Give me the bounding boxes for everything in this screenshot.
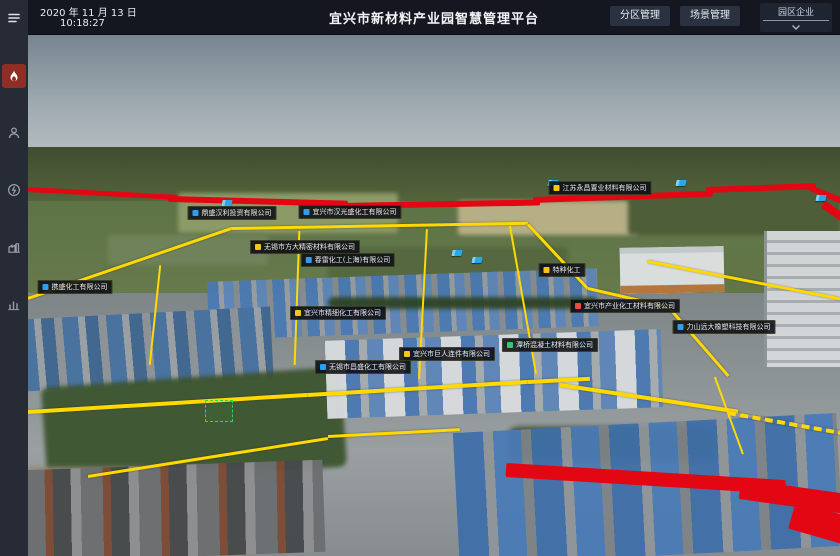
factory-icon[interactable]	[2, 235, 26, 259]
company-label-text: 鼎盛汉利投资有限公司	[202, 209, 272, 217]
app-window: 2020 年 11 月 13 日 10:18:27 宜兴市新材料产业园智慧管理平…	[0, 0, 840, 556]
company-label[interactable]: 特种化工	[539, 263, 586, 277]
truck-icon[interactable]	[675, 180, 686, 186]
truck-icon[interactable]	[815, 195, 826, 201]
company-label-text: 携盛化工有限公司	[52, 283, 108, 291]
company-label-text: 潭桥混凝土材料有限公司	[516, 341, 593, 349]
company-marker-icon	[43, 284, 49, 290]
park-enterprises-dropdown[interactable]: 园区企业	[760, 3, 832, 32]
company-label-text: 江苏永昌置业材料有限公司	[563, 184, 647, 192]
map-3d-viewport[interactable]: 携盛化工有限公司 鼎盛汉利投资有限公司 宜兴市汉光盛化工有限公司无锡市方大精密材料有…	[28, 35, 840, 556]
menu-icon[interactable]	[2, 6, 26, 30]
chevron-down-icon	[760, 21, 832, 31]
company-label-text: 春雷化工(上海)有限公司	[315, 256, 390, 264]
company-marker-icon	[193, 210, 199, 216]
company-label[interactable]: 无锡市昌盛化工有限公司	[315, 360, 411, 374]
truck-icon[interactable]	[471, 257, 482, 263]
scene-management-button[interactable]: 场景管理	[680, 6, 740, 26]
company-label[interactable]: 携盛化工有限公司	[38, 280, 113, 294]
company-label[interactable]: 宜兴市精细化工有限公司	[290, 306, 386, 320]
company-marker-icon	[507, 342, 513, 348]
company-marker-icon	[255, 244, 261, 250]
company-label[interactable]: 无锡市方大精密材料有限公司	[250, 240, 360, 254]
bar-chart-icon[interactable]	[2, 292, 26, 316]
fire-icon[interactable]	[2, 64, 26, 88]
company-label[interactable]: 江苏永昌置业材料有限公司	[549, 181, 652, 195]
company-marker-icon	[306, 257, 312, 263]
company-label[interactable]: 宜兴市汉光盛化工有限公司	[299, 205, 402, 219]
company-marker-icon	[295, 310, 301, 316]
company-marker-icon	[320, 364, 326, 370]
company-label-text: 特种化工	[553, 266, 581, 274]
header-bar: 2020 年 11 月 13 日 10:18:27 宜兴市新材料产业园智慧管理平…	[28, 0, 840, 35]
company-marker-icon	[544, 267, 550, 273]
company-label-text: 宜兴市巨人连件有限公司	[413, 350, 490, 358]
company-label-text: 无锡市方大精密材料有限公司	[264, 243, 355, 251]
company-label-text: 宜兴市精细化工有限公司	[304, 309, 381, 317]
company-marker-icon	[304, 209, 310, 215]
company-label-text: 宜兴市汉光盛化工有限公司	[313, 208, 397, 216]
left-toolbar	[0, 0, 28, 556]
company-label-text: 宜兴市产业化工材料有限公司	[584, 302, 675, 310]
labels-layer: 携盛化工有限公司 鼎盛汉利投资有限公司 宜兴市汉光盛化工有限公司无锡市方大精密材料有…	[28, 35, 840, 556]
company-label[interactable]: 宜兴市巨人连件有限公司	[399, 347, 495, 361]
company-label[interactable]: 鼎盛汉利投资有限公司	[188, 206, 277, 220]
company-label-text: 无锡市昌盛化工有限公司	[329, 363, 406, 371]
dropdown-label: 园区企业	[760, 3, 832, 18]
power-icon[interactable]	[2, 178, 26, 202]
company-label[interactable]: 宜兴市产业化工材料有限公司	[570, 299, 680, 313]
company-marker-icon	[554, 185, 560, 191]
person-icon[interactable]	[2, 121, 26, 145]
zone-management-button[interactable]: 分区管理	[610, 6, 670, 26]
company-marker-icon	[575, 303, 581, 309]
company-marker-icon	[678, 324, 684, 330]
company-label[interactable]: 春雷化工(上海)有限公司	[301, 253, 395, 267]
company-label[interactable]: 潭桥混凝土材料有限公司	[502, 338, 598, 352]
truck-icon[interactable]	[451, 250, 462, 256]
company-label-text: 力山远大橡塑科技有限公司	[687, 323, 771, 331]
company-marker-icon	[404, 351, 410, 357]
company-label[interactable]: 力山远大橡塑科技有限公司	[673, 320, 776, 334]
